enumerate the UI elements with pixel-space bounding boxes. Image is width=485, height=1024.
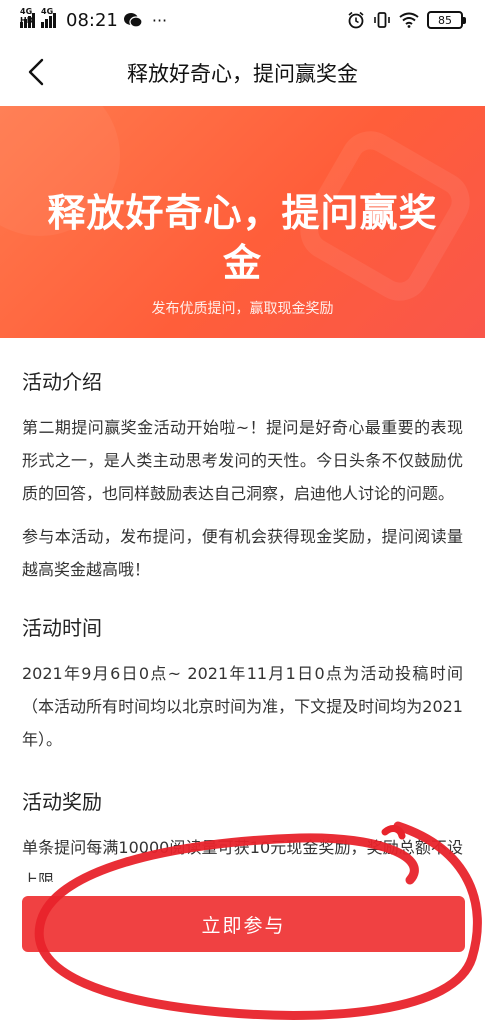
more-notifications-icon: ··· <box>151 10 168 30</box>
paragraph: 参与本活动，发布提问，便有机会获得现金奖励，提问阅读量越高奖金越高哦！ <box>22 527 463 579</box>
page-title: 释放好奇心，提问赢奖金 <box>127 62 358 86</box>
signal-label: 4G HD <box>20 6 34 25</box>
back-button[interactable] <box>18 54 54 90</box>
banner-subtitle: 发布优质提问，赢取现金奖励 <box>151 301 334 317</box>
signal-label-2: 4G <box>41 6 54 16</box>
status-right: 85 <box>347 11 466 29</box>
signal-icon-2: 4G <box>41 7 56 28</box>
section-time: 活动时间 2021年9月6日0点~ 2021年11月1日0点为活动投稿时间（本活… <box>22 612 463 756</box>
signal-icon: 4G HD <box>20 7 35 28</box>
status-time: 08:21 <box>66 9 118 31</box>
battery-icon: 85 <box>427 11 466 29</box>
section-intro: 活动介绍 第二期提问赢奖金活动开始啦~！提问是好奇心最重要的表现形式之一，是人类… <box>22 366 463 586</box>
alarm-icon <box>348 11 364 29</box>
banner-title: 释放好奇心，提问赢奖金 <box>47 191 438 285</box>
wifi-icon <box>399 12 419 28</box>
paragraph: 2021年9月6日0点~ 2021年11月1日0点为活动投稿时间（本活动所有时间… <box>22 664 463 749</box>
nav-bar: 释放好奇心，提问赢奖金 <box>0 40 485 106</box>
chevron-left-icon <box>28 58 44 86</box>
section-title: 活动介绍 <box>22 370 102 394</box>
status-left: 4G HD 4G 08:21 ··· <box>20 7 168 31</box>
content: 活动介绍 第二期提问赢奖金活动开始啦~！提问是好奇心最重要的表现形式之一，是人类… <box>0 338 485 897</box>
vibrate-icon <box>374 12 390 28</box>
battery-level: 85 <box>438 13 452 27</box>
section-title: 活动时间 <box>22 616 102 640</box>
join-now-button[interactable]: 立即参与 <box>22 896 465 952</box>
paragraph: 第二期提问赢奖金活动开始啦~！提问是好奇心最重要的表现形式之一，是人类主动思考发… <box>22 418 463 503</box>
hero-banner: 释放好奇心，提问赢奖金 发布优质提问，赢取现金奖励 <box>0 106 485 338</box>
section-title: 活动奖励 <box>22 790 102 814</box>
wechat-icon <box>123 13 142 28</box>
status-bar: 4G HD 4G 08:21 ··· 85 <box>0 0 485 40</box>
